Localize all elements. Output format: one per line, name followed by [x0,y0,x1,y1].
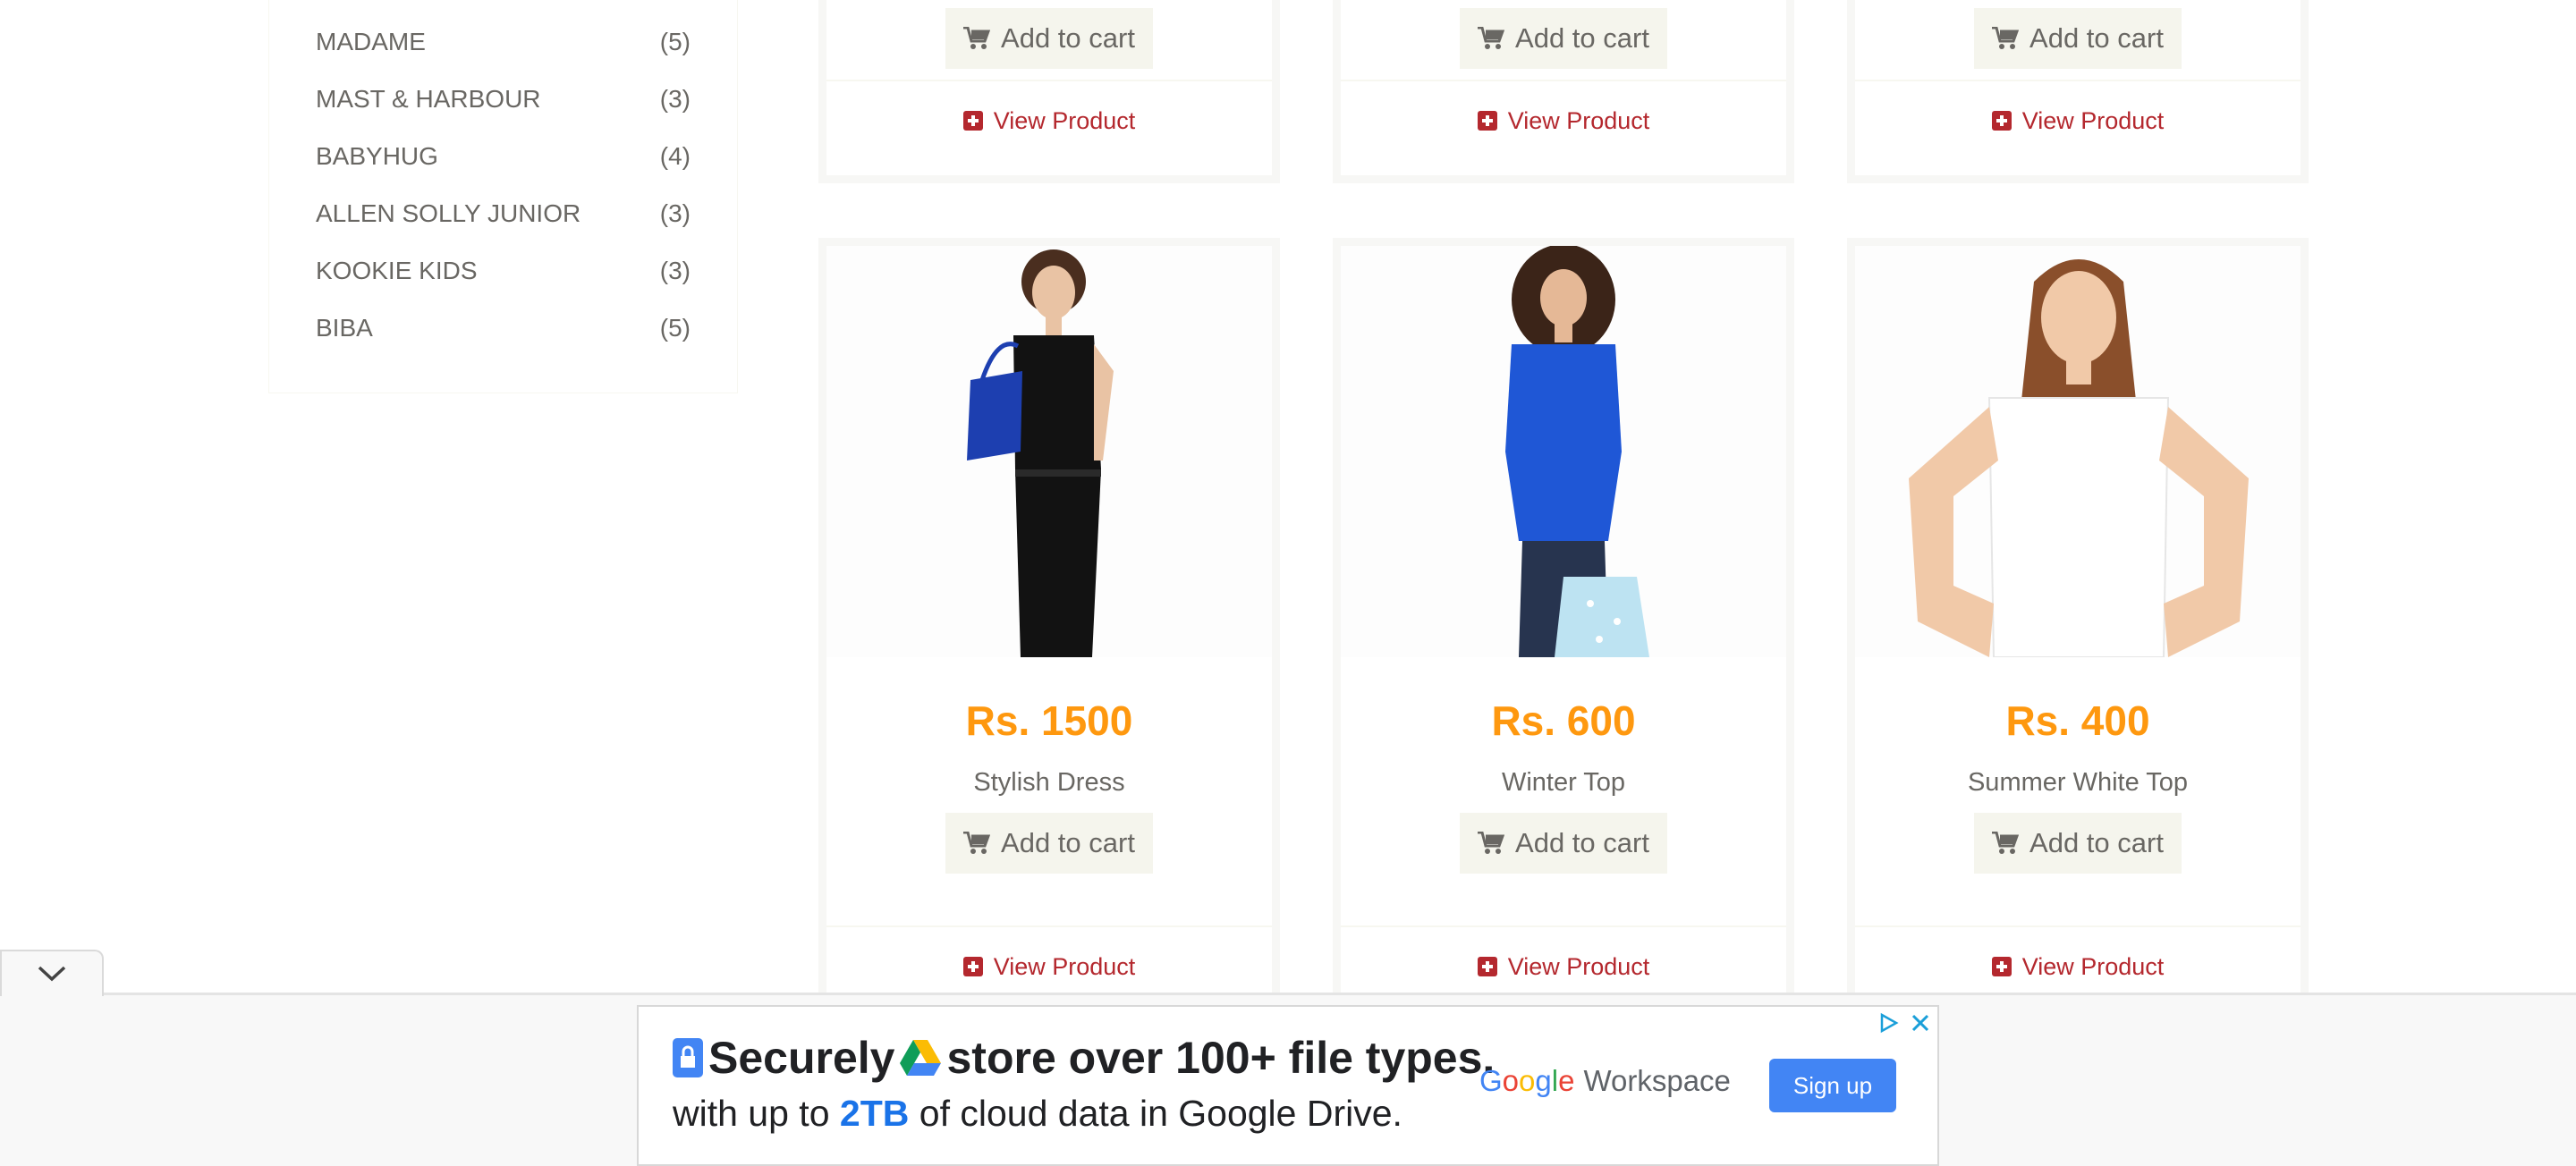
brand-count: (5) [659,28,691,55]
brand-name: KOOKIE KIDS [316,257,478,284]
plus-square-icon [962,957,983,976]
brand-item-allen-solly-junior[interactable]: ALLEN SOLLY JUNIOR (3) [316,196,691,232]
product-photo [967,249,1114,657]
product-price: Rs. 1500 [965,697,1133,744]
view-product-link[interactable]: View Product [1855,949,2301,984]
product-price: Rs. 400 [2005,697,2150,744]
plus-square-icon [1477,111,1497,131]
workspace-label: Workspace [1583,1064,1731,1097]
plus-square-icon [1991,111,2012,131]
divider [1855,925,2301,927]
ad-headline-part2: store over 100+ file types. [946,1033,1496,1083]
product-price: Rs. 600 [1491,697,1636,744]
lock-icon [673,1038,703,1077]
brand-count: (4) [659,142,691,170]
product-name: Summer White Top [1967,768,2189,797]
product-photo [1505,246,1649,657]
ad-headline: Securely store over 100+ file types. [673,1032,1495,1084]
ad-collapse-toggle[interactable] [0,950,104,996]
brands-panel: MADAME (5) MAST & HARBOUR (3) BABYHUG (4… [268,0,738,393]
brand-name: MADAME [316,28,426,55]
google-workspace-logo: Google Workspace [1479,1064,1731,1098]
product-card: Add to cart View Product [1333,0,1794,183]
product-card-winter-top: Rs. 600 Winter Top Add to cart View Prod… [1333,238,1794,1007]
add-to-cart-label: Add to cart [1515,827,1649,858]
view-product-link[interactable]: View Product [826,103,1272,139]
divider [1341,925,1786,927]
product-card-stylish-dress: Rs. 1500 Stylish Dress Add to cart View … [818,238,1280,1007]
view-product-label: View Product [2021,106,2165,134]
view-product-label: View Product [2021,952,2165,980]
cart-icon [1478,832,1505,854]
brand-count: (5) [659,314,691,342]
add-to-cart-label: Add to cart [2029,22,2164,54]
cart-icon [1992,27,2020,49]
brand-name: MAST & HARBOUR [316,85,541,113]
divider [826,925,1272,927]
brand-name: BIBA [316,314,373,342]
divider [1855,80,2301,81]
brand-item-babyhug[interactable]: BABYHUG (4) [316,139,691,174]
brand-count: (3) [659,85,691,113]
brand-item-mast-harbour[interactable]: MAST & HARBOUR (3) [316,81,691,117]
divider [826,80,1272,81]
brand-name: ALLEN SOLLY JUNIOR [316,199,581,227]
add-to-cart-label: Add to cart [2029,827,2164,858]
adchoices-icon[interactable] [1878,1012,1900,1034]
cart-icon [1478,27,1505,49]
add-to-cart-button[interactable]: Add to cart [945,8,1153,69]
ad-banner[interactable]: Securely store over 100+ file types. wit… [637,1005,1939,1166]
add-to-cart-label: Add to cart [1001,827,1135,858]
ad-controls [1878,1012,1930,1034]
brand-name: BABYHUG [316,142,438,170]
add-to-cart-label: Add to cart [1515,22,1649,54]
add-to-cart-button[interactable]: Add to cart [1974,8,2182,69]
view-product-link[interactable]: View Product [826,949,1272,984]
cart-icon [1992,832,2020,854]
view-product-link[interactable]: View Product [1341,103,1786,139]
brand-count: (3) [659,257,691,284]
view-product-link[interactable]: View Product [1341,949,1786,984]
add-to-cart-button[interactable]: Add to cart [1974,813,2182,874]
product-card: Add to cart View Product [1847,0,2309,183]
view-product-label: View Product [993,952,1136,980]
google-wordmark: Google [1479,1064,1575,1097]
add-to-cart-button[interactable]: Add to cart [1460,813,1667,874]
product-name: Stylish Dress [973,768,1125,797]
ad-sub-part1: with up to [673,1093,830,1134]
view-product-label: View Product [1507,106,1650,134]
product-card-summer-white-top: Rs. 400 Summer White Top Add to cart Vie… [1847,238,2309,1007]
drive-icon [900,1040,942,1076]
cart-icon [963,27,991,49]
ad-subtext: with up to 2TB of cloud data in Google D… [673,1093,1402,1135]
plus-square-icon [1991,957,2012,976]
product-image [1341,246,1786,657]
plus-square-icon [962,111,983,131]
brand-item-madame[interactable]: MADAME (5) [316,24,691,60]
cart-icon [963,832,991,854]
product-name: Winter Top [1501,768,1626,797]
ad-signup-button[interactable]: Sign up [1769,1059,1896,1112]
close-icon[interactable] [1911,1013,1930,1033]
ad-sub-highlight: 2TB [839,1093,910,1134]
ad-sub-part2: of cloud data in Google Drive. [919,1093,1402,1134]
plus-square-icon [1477,957,1497,976]
ad-headline-part1: Securely [708,1033,895,1083]
add-to-cart-label: Add to cart [1001,22,1135,54]
divider [1341,80,1786,81]
view-product-label: View Product [993,106,1136,134]
add-to-cart-button[interactable]: Add to cart [1460,8,1667,69]
product-image [1855,246,2301,657]
add-to-cart-button[interactable]: Add to cart [945,813,1153,874]
brand-item-kookie-kids[interactable]: KOOKIE KIDS (3) [316,253,691,289]
view-product-link[interactable]: View Product [1855,103,2301,139]
product-photo [1909,259,2249,657]
chevron-down-icon [38,966,66,982]
product-image [826,246,1272,657]
brand-count: (3) [659,199,691,227]
product-card: Add to cart View Product [818,0,1280,183]
brand-item-biba[interactable]: BIBA (5) [316,310,691,346]
view-product-label: View Product [1507,952,1650,980]
